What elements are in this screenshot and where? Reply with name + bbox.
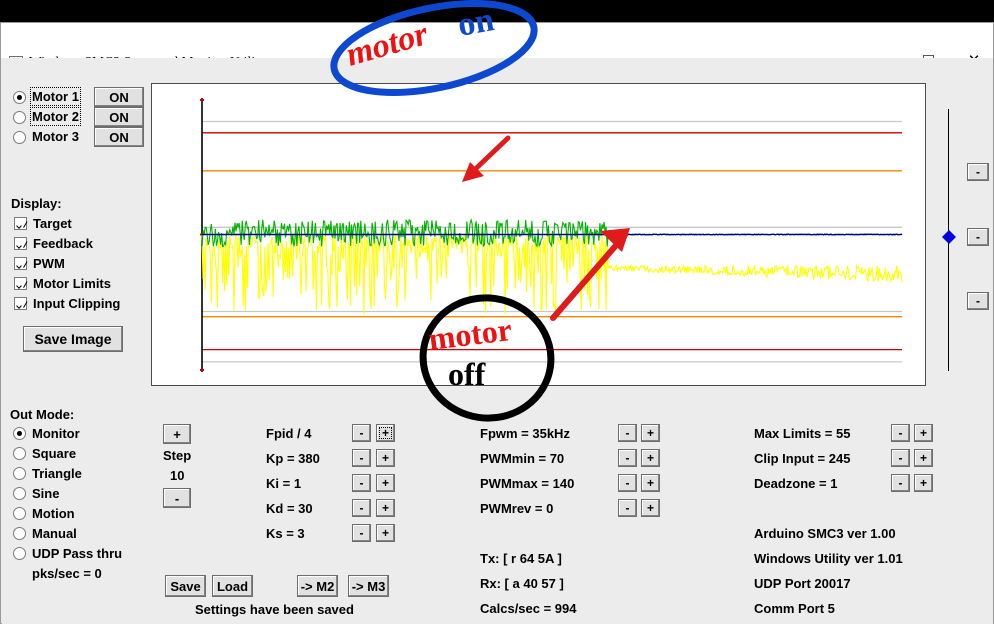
pid-ki-minus-button[interactable]: -	[352, 474, 371, 492]
copy-to-m2-button[interactable]: -> M2	[297, 575, 338, 597]
pwm-label-fpwm: Fpwm = 35kHz	[480, 426, 570, 441]
pid-label-kp: Kp = 380	[266, 451, 320, 466]
side-button-1[interactable]: -	[967, 163, 989, 181]
limits-label-clip: Clip Input = 245	[754, 451, 851, 466]
pwm-pwmmax-minus-button[interactable]: -	[618, 474, 637, 492]
pwm-fpwm-minus-button[interactable]: -	[618, 424, 637, 442]
pid-kd-minus-button[interactable]: -	[352, 499, 371, 517]
radio-sine[interactable]	[13, 487, 26, 500]
load-button[interactable]: Load	[212, 575, 253, 597]
radio-motion[interactable]	[13, 507, 26, 520]
info-arduino-version: Arduino SMC3 ver 1.00	[754, 526, 896, 541]
pks-per-sec-value: pks/sec = 0	[32, 566, 102, 581]
limits-clip-plus-button[interactable]: +	[914, 449, 933, 467]
label-motor-1: Motor 1	[30, 87, 81, 106]
pwm-pwmmin-minus-button[interactable]: -	[618, 449, 637, 467]
motor-2-on-button[interactable]: ON	[94, 107, 144, 127]
checkbox-motor-limits[interactable]	[14, 277, 27, 290]
pid-label-ks: Ks = 3	[266, 526, 305, 541]
step-caption: Step	[163, 448, 192, 463]
label-pwm: PWM	[33, 256, 65, 271]
checkbox-feedback[interactable]	[14, 237, 27, 250]
pid-label-kd: Kd = 30	[266, 501, 313, 516]
pid-fpid-plus-button[interactable]: +	[376, 424, 395, 442]
monitor-graph[interactable]	[151, 83, 926, 386]
label-motor-2: Motor 2	[30, 107, 81, 126]
label-feedback: Feedback	[33, 236, 93, 251]
step-increase-button[interactable]: +	[163, 424, 191, 444]
label-udp-pass-thru: UDP Pass thru	[32, 546, 123, 561]
step-decrease-button[interactable]: -	[163, 488, 191, 508]
label-motion: Motion	[32, 506, 75, 521]
pwm-pwmmin-plus-button[interactable]: +	[641, 449, 660, 467]
radio-monitor[interactable]	[13, 427, 26, 440]
copy-to-m3-button[interactable]: -> M3	[348, 575, 389, 597]
out-mode-heading: Out Mode:	[10, 407, 75, 422]
label-triangle: Triangle	[32, 466, 82, 481]
checkbox-input-clipping[interactable]	[14, 297, 27, 310]
checkbox-pwm[interactable]	[14, 257, 27, 270]
pwm-pwmmax-plus-button[interactable]: +	[641, 474, 660, 492]
label-monitor: Monitor	[32, 426, 80, 441]
limits-label-max: Max Limits = 55	[754, 426, 851, 441]
step-value: 10	[170, 468, 185, 483]
radio-square[interactable]	[13, 447, 26, 460]
pid-fpid-minus-button[interactable]: -	[352, 424, 371, 442]
limits-clip-minus-button[interactable]: -	[891, 449, 910, 467]
pwm-label-pwmmin: PWMmin = 70	[480, 451, 565, 466]
side-button-3[interactable]: -	[967, 292, 989, 310]
pid-kd-plus-button[interactable]: +	[376, 499, 395, 517]
vertical-slider-knob[interactable]	[942, 230, 956, 244]
screen: Windows SMC3 Setup and Monitor Utility ✕…	[0, 0, 994, 624]
motor-1-on-button[interactable]: ON	[94, 87, 144, 107]
limits-deadzone-minus-button[interactable]: -	[891, 474, 910, 492]
radio-motor-1[interactable]	[13, 91, 26, 104]
label-sine: Sine	[32, 486, 60, 501]
info-comm-port: Comm Port 5	[754, 601, 835, 616]
radio-motor-2[interactable]	[13, 111, 26, 124]
radio-manual[interactable]	[13, 527, 26, 540]
pid-ks-minus-button[interactable]: -	[352, 524, 371, 542]
radio-triangle[interactable]	[13, 467, 26, 480]
pid-ki-plus-button[interactable]: +	[376, 474, 395, 492]
display-heading: Display:	[11, 196, 62, 211]
side-button-2[interactable]: -	[967, 228, 989, 246]
pid-kp-plus-button[interactable]: +	[376, 449, 395, 467]
label-input-clipping: Input Clipping	[33, 296, 121, 311]
pid-ks-plus-button[interactable]: +	[376, 524, 395, 542]
pid-kp-minus-button[interactable]: -	[352, 449, 371, 467]
focus-outline	[377, 425, 394, 441]
pwm-pwmrev-plus-button[interactable]: +	[641, 499, 660, 517]
radio-motor-3[interactable]	[13, 131, 26, 144]
label-motor-3: Motor 3	[32, 129, 79, 144]
pwm-label-pwmrev: PWMrev = 0	[480, 501, 554, 516]
motor-3-on-button[interactable]: ON	[94, 127, 144, 147]
comms-tx: Tx: [ r 64 5A ]	[480, 551, 562, 566]
pid-label-ki: Ki = 1	[266, 476, 302, 491]
status-message: Settings have been saved	[195, 602, 354, 617]
title-bar[interactable]: Windows SMC3 Setup and Monitor Utility ✕	[1, 23, 993, 70]
info-udp-port: UDP Port 20017	[754, 576, 851, 591]
label-manual: Manual	[32, 526, 77, 541]
comms-rx: Rx: [ a 40 57 ]	[480, 576, 564, 591]
checkbox-target[interactable]	[14, 217, 27, 230]
limits-max-minus-button[interactable]: -	[891, 424, 910, 442]
save-image-button[interactable]: Save Image	[23, 326, 123, 352]
label-motor-limits: Motor Limits	[33, 276, 111, 291]
comms-calcs: Calcs/sec = 994	[480, 601, 577, 616]
pwm-fpwm-plus-button[interactable]: +	[641, 424, 660, 442]
limits-label-deadzone: Deadzone = 1	[754, 476, 838, 491]
label-target: Target	[33, 216, 72, 231]
save-button[interactable]: Save	[165, 575, 206, 597]
pid-label-fpid: Fpid / 4	[266, 426, 312, 441]
limits-deadzone-plus-button[interactable]: +	[914, 474, 933, 492]
graph-plot-area	[200, 98, 903, 372]
pwm-pwmrev-minus-button[interactable]: -	[618, 499, 637, 517]
application-window: Windows SMC3 Setup and Monitor Utility ✕…	[0, 22, 994, 624]
label-square: Square	[32, 446, 77, 461]
radio-udp-pass-thru[interactable]	[13, 547, 26, 560]
info-utility-version: Windows Utility ver 1.01	[754, 551, 903, 566]
pwm-label-pwmmax: PWMmax = 140	[480, 476, 575, 491]
limits-max-plus-button[interactable]: +	[914, 424, 933, 442]
